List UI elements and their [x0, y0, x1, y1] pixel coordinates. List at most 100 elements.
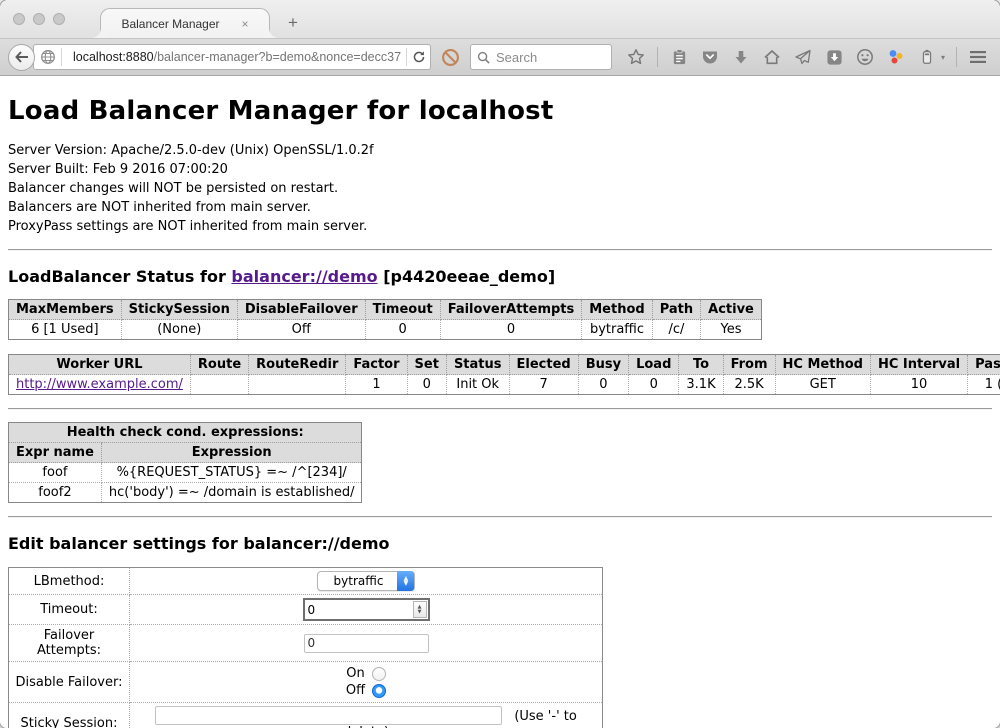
- tab-title: Balancer Manager: [121, 17, 219, 31]
- save-panel-icon[interactable]: [824, 47, 844, 67]
- send-to-device-icon[interactable]: [793, 47, 813, 67]
- downloads-icon[interactable]: [731, 47, 751, 67]
- cell-factor: 1: [346, 375, 407, 395]
- new-tab-button[interactable]: +: [288, 13, 298, 33]
- col-from: From: [723, 355, 775, 375]
- timeout-input[interactable]: [305, 600, 412, 619]
- page-title: Load Balancer Manager for localhost: [8, 76, 992, 126]
- health-check-table: Health check cond. expressions: Expr nam…: [8, 422, 362, 503]
- url-text[interactable]: localhost:8880/balancer-manager?b=demo&n…: [73, 50, 401, 64]
- col-hc-interval: HC Interval: [870, 355, 967, 375]
- table-header-row: Expr name Expression: [9, 443, 362, 463]
- url-bar[interactable]: localhost:8880/balancer-manager?b=demo&n…: [33, 44, 431, 70]
- feedback-smiley-icon[interactable]: [855, 47, 875, 67]
- cell-hc-interval: 10: [870, 375, 967, 395]
- extension-colordots-icon[interactable]: [886, 47, 906, 67]
- cell-disablefailover: Off: [237, 320, 365, 340]
- col-disablefailover: DisableFailover: [237, 300, 365, 320]
- table-header-row: MaxMembers StickySession DisableFailover…: [9, 300, 762, 320]
- cell-timeout: 0: [365, 320, 440, 340]
- col-factor: Factor: [346, 355, 407, 375]
- home-icon[interactable]: [762, 47, 782, 67]
- number-stepper-icon[interactable]: ▲▼: [413, 601, 427, 618]
- navigation-toolbar: localhost:8880/balancer-manager?b=demo&n…: [0, 38, 1000, 76]
- col-passes: Passes: [968, 355, 1000, 375]
- balancer-demo-link[interactable]: balancer://demo: [231, 267, 377, 286]
- battery-status-icon[interactable]: [917, 47, 937, 67]
- sticky-session-input[interactable]: [155, 706, 502, 725]
- zoom-window-button[interactable]: [53, 13, 65, 25]
- cell-set: 0: [407, 375, 446, 395]
- cell-stickysession: (None): [121, 320, 237, 340]
- col-load: Load: [629, 355, 679, 375]
- back-button[interactable]: [8, 44, 35, 71]
- radio-off-label: Off: [346, 683, 365, 698]
- toolbar-separator: [956, 47, 957, 67]
- divider: [8, 516, 992, 518]
- close-window-button[interactable]: [13, 13, 25, 25]
- col-maxmembers: MaxMembers: [9, 300, 122, 320]
- select-stepper-icon: ▲▼: [397, 571, 414, 591]
- cell-route: [190, 375, 248, 395]
- cell-status: Init Ok: [446, 375, 509, 395]
- search-bar[interactable]: Search: [470, 44, 612, 70]
- overflow-caret-icon[interactable]: ▾: [941, 53, 945, 62]
- pocket-icon[interactable]: [700, 47, 720, 67]
- col-routeredir: RouteRedir: [249, 355, 346, 375]
- cell-to: 3.1K: [679, 375, 723, 395]
- col-to: To: [679, 355, 723, 375]
- persist-note: Balancer changes will NOT be persisted o…: [8, 179, 992, 198]
- table-row: foof2 hc('body') =~ /domain is establish…: [9, 483, 362, 503]
- window-controls: [13, 13, 65, 25]
- cell-failoverattempts: 0: [440, 320, 582, 340]
- server-version: Server Version: Apache/2.5.0-dev (Unix) …: [8, 141, 992, 160]
- lbmethod-select[interactable]: bytraffic ▲▼: [317, 571, 416, 591]
- minimize-window-button[interactable]: [33, 13, 45, 25]
- tab-balancer-manager[interactable]: Balancer Manager ×: [100, 8, 270, 38]
- status-heading-suffix: [p4420eeae_demo]: [378, 267, 556, 286]
- divider: [8, 408, 992, 410]
- failover-attempts-label: Failover Attempts:: [9, 625, 130, 662]
- col-worker-url: Worker URL: [9, 355, 191, 375]
- urlbar-separator: [406, 48, 407, 66]
- server-built: Server Built: Feb 9 2016 07:00:20: [8, 160, 992, 179]
- col-method: Method: [582, 300, 652, 320]
- col-expression: Expression: [101, 443, 362, 463]
- lbmethod-selected-value: bytraffic: [318, 574, 398, 588]
- browser-window: Balancer Manager × + localhost:8880/bala…: [0, 0, 1000, 728]
- col-path: Path: [652, 300, 700, 320]
- reading-list-icon[interactable]: [669, 47, 689, 67]
- worker-url-link[interactable]: http://www.example.com/: [16, 377, 183, 392]
- cell-expr-name: foof2: [9, 483, 102, 503]
- disable-failover-label: Disable Failover:: [9, 662, 130, 703]
- lbmethod-row: LBmethod: bytraffic ▲▼: [9, 568, 603, 595]
- server-info: Server Version: Apache/2.5.0-dev (Unix) …: [8, 141, 992, 236]
- search-icon: [477, 51, 490, 64]
- status-heading-prefix: LoadBalancer Status for: [8, 267, 231, 286]
- cell-passes: 1 (0): [968, 375, 1000, 395]
- health-table-title: Health check cond. expressions:: [9, 423, 362, 443]
- col-elected: Elected: [509, 355, 578, 375]
- timeout-input-wrap: ▲▼: [303, 598, 430, 621]
- failover-attempts-row: Failover Attempts:: [9, 625, 603, 662]
- back-arrow-icon: [15, 51, 29, 63]
- cell-expression: hc('body') =~ /domain is established/: [101, 483, 362, 503]
- content-blocker-icon[interactable]: [441, 48, 460, 67]
- url-path: /balancer-manager?b=demo&nonce=decc37be-…: [154, 50, 401, 64]
- toolbar-separator: [657, 47, 658, 67]
- cell-expression: %{REQUEST_STATUS} =~ /^[234]/: [101, 463, 362, 483]
- disable-failover-on-radio[interactable]: [372, 667, 386, 681]
- tab-close-icon[interactable]: ×: [242, 17, 249, 31]
- table-row: foof %{REQUEST_STATUS} =~ /^[234]/: [9, 463, 362, 483]
- reload-icon[interactable]: [412, 50, 426, 64]
- proxypass-note: ProxyPass settings are NOT inherited fro…: [8, 217, 992, 236]
- bookmark-star-icon[interactable]: [626, 47, 646, 67]
- cell-method: bytraffic: [582, 320, 652, 340]
- failover-attempts-input[interactable]: [304, 634, 429, 653]
- inherit-note: Balancers are NOT inherited from main se…: [8, 198, 992, 217]
- table-header-row: Worker URL Route RouteRedir Factor Set S…: [9, 355, 1000, 375]
- disable-failover-off-radio[interactable]: [372, 684, 386, 698]
- menu-hamburger-icon[interactable]: [968, 47, 988, 67]
- page-content: Load Balancer Manager for localhost Serv…: [0, 76, 1000, 728]
- table-row: 6 [1 Used] (None) Off 0 0 bytraffic /c/ …: [9, 320, 762, 340]
